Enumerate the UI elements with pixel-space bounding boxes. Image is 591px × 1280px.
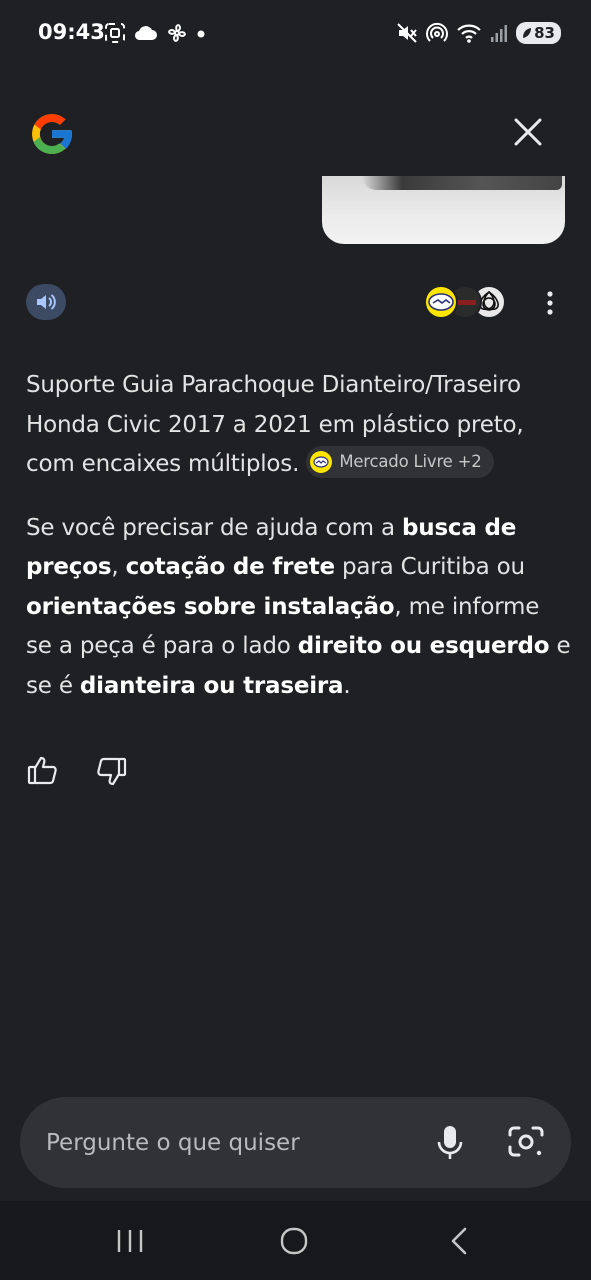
speaker-icon <box>37 294 56 310</box>
ai-answer: Suporte Guia Parachoque Dianteiro/Trasei… <box>26 366 571 730</box>
mercado-livre-icon <box>310 450 333 473</box>
mic-button[interactable] <box>428 1121 472 1165</box>
back-button[interactable] <box>440 1223 480 1259</box>
status-bar: 09:43 83 <box>0 0 591 70</box>
battery-level: 83 <box>534 24 555 42</box>
battery-saver-icon <box>523 28 532 38</box>
camera-lens-icon <box>508 1126 544 1157</box>
answer-text: , <box>111 554 126 580</box>
thumbs-down-button[interactable] <box>94 754 128 788</box>
screenshot-icon <box>105 23 125 43</box>
answer-bold-text: dianteira ou traseira <box>79 672 344 699</box>
home-button[interactable] <box>274 1223 314 1259</box>
source-chip-label: Mercado Livre +2 <box>339 451 482 471</box>
ask-bar <box>20 1097 571 1188</box>
answer-text: para Curitiba ou <box>334 554 525 580</box>
system-nav-bar <box>0 1201 591 1280</box>
google-ai-mode-screen: 09:43 83 Suporte Guia Parachoque Diantei… <box>0 0 591 1280</box>
hotspot-icon <box>426 22 449 42</box>
status-left-icons <box>104 22 206 44</box>
source-chip[interactable]: Mercado Livre +2 <box>306 445 494 478</box>
lens-button[interactable] <box>504 1121 548 1165</box>
wifi-icon <box>457 24 481 43</box>
answer-text: . <box>343 672 351 699</box>
close-icon <box>514 118 542 146</box>
ask-input[interactable] <box>46 1097 406 1188</box>
recent-apps-button[interactable] <box>110 1223 150 1259</box>
answer-bold-text: direito ou esquerdo <box>297 633 550 659</box>
thumbs-up-button[interactable] <box>26 754 60 788</box>
mic-icon <box>437 1126 463 1159</box>
cloud-icon <box>134 26 157 41</box>
product-image-part <box>362 176 562 190</box>
more-vert-icon <box>547 291 553 315</box>
close-button[interactable] <box>508 112 548 152</box>
battery-indicator: 83 <box>516 22 561 44</box>
back-icon <box>451 1227 467 1255</box>
status-time: 09:43 <box>38 20 105 44</box>
answer-bold-text: orientações sobre instalação <box>26 593 395 620</box>
dot-icon <box>197 30 205 38</box>
recent-apps-icon <box>117 1230 143 1252</box>
answer-paragraph-2: Se você precisar de ajuda com a busca de… <box>26 509 571 707</box>
home-icon <box>280 1227 308 1255</box>
mute-icon <box>397 23 417 43</box>
google-logo <box>32 114 74 154</box>
sources-button[interactable] <box>424 285 508 319</box>
answer-text: Se você precisar de ajuda com a <box>26 514 402 541</box>
answer-paragraph-1: Suporte Guia Parachoque Dianteiro/Trasei… <box>26 366 571 485</box>
thumbs-down-icon <box>97 757 127 786</box>
status-right-icons: 83 <box>396 22 561 44</box>
more-options-button[interactable] <box>538 286 562 320</box>
mercado-livre-avatar <box>424 285 458 319</box>
fan-icon <box>168 24 186 42</box>
thumbs-up-icon <box>27 756 57 785</box>
product-image-thumbnail[interactable] <box>322 176 565 244</box>
listen-button[interactable] <box>26 284 66 320</box>
signal-icon <box>491 25 508 42</box>
answer-bold-text: cotação de frete <box>125 554 336 580</box>
